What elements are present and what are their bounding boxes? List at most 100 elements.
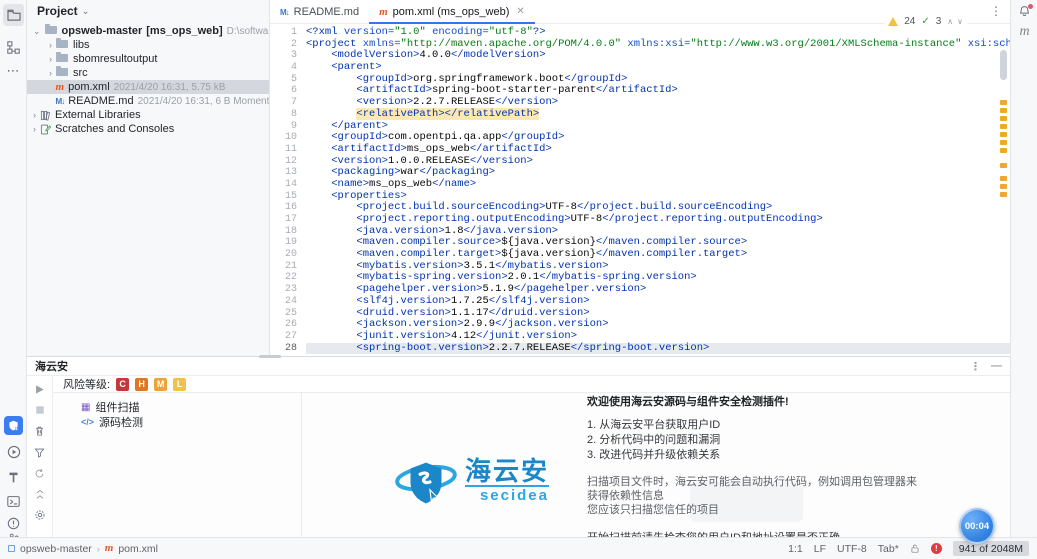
tree-item-src[interactable]: › src [27, 66, 269, 80]
refresh-icon[interactable] [33, 466, 47, 480]
welcome-title: 欢迎使用海云安源码与组件安全检测插件! [587, 396, 789, 408]
chevron-icon: › [33, 110, 36, 120]
warning-stripe-mark[interactable] [1000, 192, 1007, 197]
tool-window-options-icon[interactable]: ⋮ [970, 360, 981, 373]
editor-scrollbar[interactable] [998, 26, 1008, 354]
build-icon[interactable] [0, 466, 27, 488]
warning-stripe-mark[interactable] [1000, 108, 1007, 113]
line-separator[interactable]: LF [814, 543, 826, 555]
warning-stripe-mark[interactable] [1000, 132, 1007, 137]
editor-body[interactable]: 1 2 3 4 5 6 7 8 9 10 11 12 13 14 15 16 17 18 19 20 21 22 23 24 2… [270, 24, 1010, 355]
folder-icon [56, 38, 69, 52]
code-line[interactable]: <artifactId>ms_ops_web</artifactId> [306, 143, 1010, 156]
trash-icon[interactable] [33, 424, 47, 438]
secidea-plugin-icon[interactable] [0, 414, 27, 436]
chevron-icon: › [49, 68, 52, 78]
lock-icon[interactable] [910, 543, 920, 554]
more-icon[interactable]: ⋯ [0, 60, 27, 82]
scrollbar-thumb[interactable] [1000, 50, 1007, 80]
chevron-icon: › [49, 54, 52, 64]
scan-tree: ▦ 组件扫描 </> 源码检测 [53, 393, 302, 559]
warning-stripe-mark[interactable] [1000, 100, 1007, 105]
tree-item-sbomresultoutput[interactable]: › sbomresultoutput [27, 52, 269, 66]
right-tool-stripe: m [1010, 0, 1037, 537]
tool-window-toolbar [27, 376, 53, 537]
settings-gear-icon[interactable] [33, 508, 47, 522]
terminal-icon[interactable] [0, 490, 27, 512]
notifications-bell-icon[interactable] [1018, 4, 1033, 18]
recording-timer-badge[interactable]: 00:04 [959, 508, 995, 544]
status-bar: opsweb-master › m pom.xml 1:1 LF UTF-8 T… [0, 537, 1037, 559]
chevron-down-icon: ⌄ [81, 5, 90, 16]
libraries-icon [40, 110, 51, 121]
risk-badges: CHML [116, 377, 187, 391]
source-check-icon: </> [81, 416, 95, 427]
weak-warning-count: 3 [935, 16, 942, 27]
collapse-icon[interactable] [33, 487, 47, 501]
tree-item-scratches-and-consoles[interactable]: › Scratches and Consoles [27, 122, 269, 136]
code-line[interactable]: <modelVersion>4.0.0</modelVersion> [306, 50, 1010, 62]
warning-stripe-mark[interactable] [1000, 163, 1007, 168]
brand-name-cn: 海云安 [464, 455, 549, 486]
warning-stripe-mark[interactable] [1000, 124, 1007, 129]
tree-item-pom-xml[interactable]: m pom.xml 2021/4/20 16:31, 5.75 kB [27, 80, 269, 94]
indent-style[interactable]: Tab* [878, 543, 899, 555]
breadcrumb-file[interactable]: pom.xml [118, 543, 158, 555]
maven-icon: m [55, 81, 65, 93]
stop-icon[interactable] [33, 403, 47, 417]
services-icon[interactable] [0, 441, 27, 463]
welcome-step: 2. 分析代码中的问题和漏洞 [587, 434, 721, 446]
warning-stripe-mark[interactable] [1000, 176, 1007, 181]
scan-item-源码检测[interactable]: </> 源码检测 [57, 414, 301, 429]
secidea-shield-icon [395, 462, 457, 504]
error-indicator-icon[interactable]: ! [930, 543, 942, 554]
tree-item-external-libraries[interactable]: › External Libraries [27, 108, 269, 122]
run-icon[interactable] [33, 382, 47, 396]
caret-position[interactable]: 1:1 [788, 543, 803, 555]
watermark [690, 482, 803, 522]
inspections-widget[interactable]: 24 ✓ 3 ∧ ∨ [883, 15, 968, 28]
splitter-handle[interactable] [259, 355, 281, 358]
code-line[interactable]: <name>ms_ops_web</name> [306, 178, 1010, 191]
project-panel-header[interactable]: Project ⌄ [27, 0, 269, 22]
chevron-icon: › [33, 124, 36, 134]
tree-item-opsweb-master[interactable]: ⌄opsweb-master[ms_ops_web]D:\software\we… [27, 24, 269, 38]
risk-badge-h[interactable]: H [135, 377, 149, 391]
tool-window-title: 海云安 [35, 361, 68, 373]
code-content[interactable]: <?xml version="1.0" encoding="utf-8"?> <p… [306, 24, 1010, 355]
maven-tool-window-button[interactable]: m [1011, 24, 1037, 40]
breadcrumb-project[interactable]: opsweb-master [20, 543, 92, 555]
structure-icon[interactable] [0, 36, 27, 58]
minimize-icon[interactable]: — [991, 360, 1002, 372]
risk-badge-c[interactable]: C [116, 377, 130, 391]
tab-readme-md[interactable]: M↓ README.md [270, 0, 369, 23]
risk-badge-l[interactable]: L [173, 377, 187, 391]
scan-item-组件扫描[interactable]: ▦ 组件扫描 [57, 399, 301, 414]
next-problem-icon[interactable]: ∨ [957, 17, 963, 26]
warning-stripe-mark[interactable] [1000, 184, 1007, 189]
close-icon[interactable]: ✕ [516, 6, 524, 17]
tree-item-libs[interactable]: › libs [27, 38, 269, 52]
warning-stripe-mark[interactable] [1000, 148, 1007, 153]
breadcrumb: opsweb-master › m pom.xml [8, 543, 158, 555]
filter-icon[interactable] [33, 445, 47, 459]
code-line[interactable]: <relativePath></relativePath> [306, 107, 1010, 121]
project-panel-title: Project [37, 4, 78, 18]
risk-badge-m[interactable]: M [154, 377, 168, 391]
project-icon[interactable] [3, 4, 24, 26]
warning-triangle-icon [888, 17, 899, 26]
file-encoding[interactable]: UTF-8 [837, 543, 867, 555]
project-folder-icon [44, 24, 58, 38]
editor-options-kebab-icon[interactable]: ⋮ [990, 4, 1002, 18]
tree-item-readme-md[interactable]: M↓README.md2021/4/20 16:31, 6 B Moments … [27, 94, 269, 108]
code-line[interactable]: <spring-boot.version>2.2.7.RELEASE</spri… [306, 342, 1010, 355]
prev-problem-icon[interactable]: ∧ [947, 17, 953, 26]
warning-stripe-mark[interactable] [1000, 140, 1007, 145]
warning-count: 24 [904, 16, 916, 27]
memory-indicator[interactable]: 941 of 2048M [952, 541, 1029, 556]
tab-pom-xml-ms-ops-web-[interactable]: m pom.xml (ms_ops_web) ✕ [369, 0, 535, 24]
secidea-tool-window: 海云安 ⋮ — 风险等级: CHML ▦ 组件扫描 </> 源码检测 海云安 s… [27, 355, 1010, 559]
scratches-icon [40, 124, 51, 135]
warning-stripe-mark[interactable] [1000, 116, 1007, 121]
notification-dot [1028, 4, 1033, 9]
